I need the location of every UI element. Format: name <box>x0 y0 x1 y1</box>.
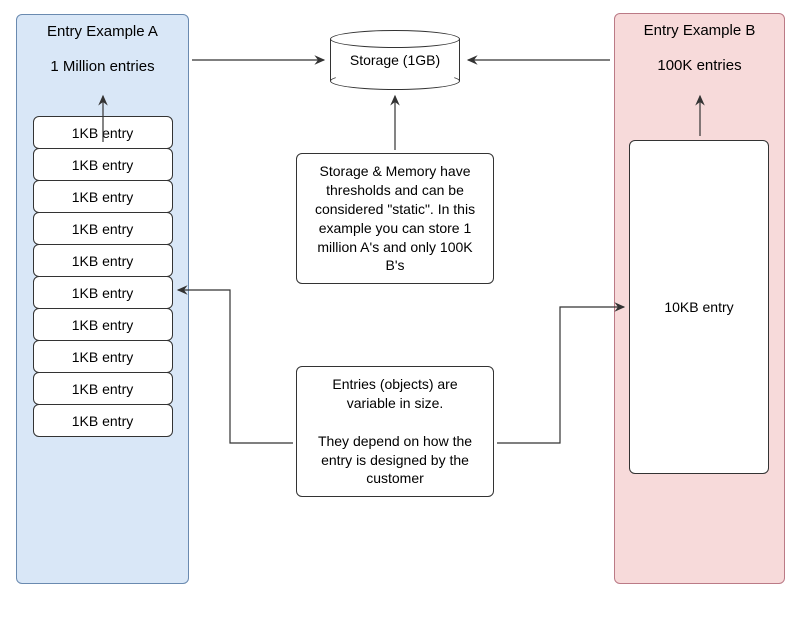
cylinder-top <box>330 30 460 48</box>
panel-a-title: Entry Example A <box>17 23 188 40</box>
arrow-note-to-b-icon <box>497 307 624 443</box>
cylinder-bottom <box>330 72 460 90</box>
entry-cell: 1KB entry <box>33 180 173 213</box>
entry-cell: 1KB entry <box>33 276 173 309</box>
arrow-note-to-a-icon <box>178 290 293 443</box>
entry-cell: 1KB entry <box>33 404 173 437</box>
entry-cell: 1KB entry <box>33 244 173 277</box>
panel-b-title: Entry Example B <box>615 22 784 39</box>
panel-a-entry-stack: 1KB entry 1KB entry 1KB entry 1KB entry … <box>17 117 188 437</box>
entry-cell: 1KB entry <box>33 148 173 181</box>
entry-cell: 1KB entry <box>33 308 173 341</box>
storage-cylinder: Storage (1GB) <box>330 30 460 90</box>
entry-cell: 1KB entry <box>33 116 173 149</box>
note-entries-variable: Entries (objects) are variable in size. … <box>296 366 494 497</box>
panel-a-subtitle: 1 Million entries <box>17 58 188 75</box>
entry-cell: 1KB entry <box>33 372 173 405</box>
panel-b-subtitle: 100K entries <box>615 57 784 74</box>
panel-entry-example-a: Entry Example A 1 Million entries 1KB en… <box>16 14 189 584</box>
storage-label: Storage (1GB) <box>330 52 460 68</box>
note-storage-thresholds: Storage & Memory have thresholds and can… <box>296 153 494 284</box>
panel-b-large-entry-label: 10KB entry <box>664 299 733 315</box>
entry-cell: 1KB entry <box>33 340 173 373</box>
panel-b-large-entry: 10KB entry <box>629 140 769 474</box>
entry-cell: 1KB entry <box>33 212 173 245</box>
